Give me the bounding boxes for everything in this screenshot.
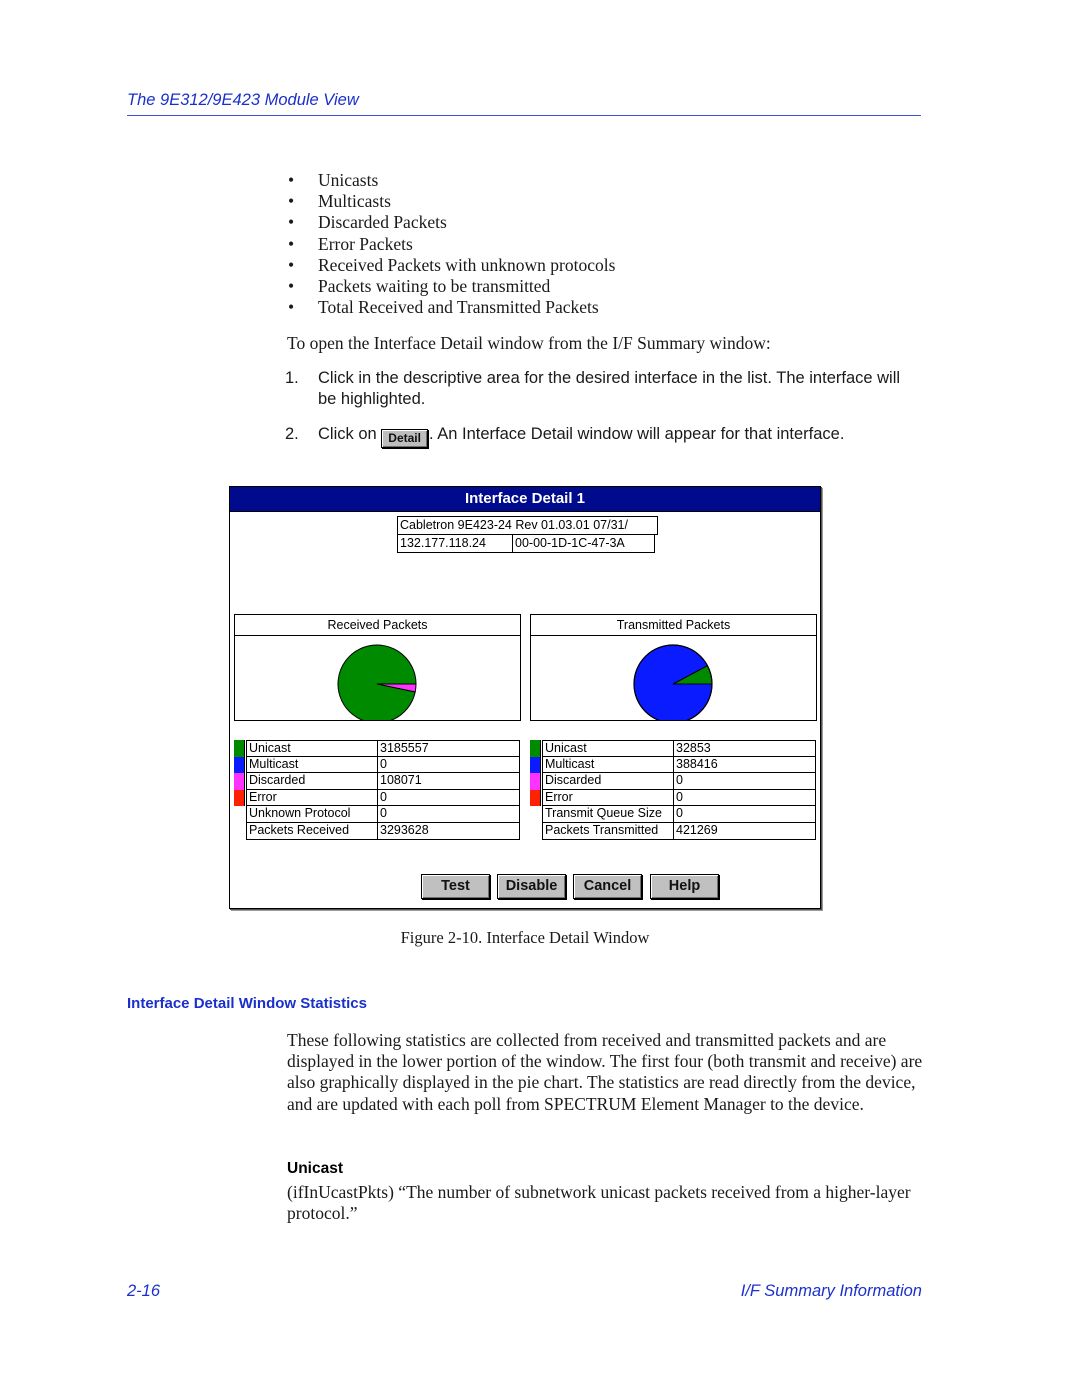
received-packets-title: Received Packets — [235, 615, 520, 636]
step-text: Click on Detail. An Interface Detail win… — [318, 424, 918, 448]
bullet-icon: • — [288, 191, 295, 212]
bullet-icon: • — [288, 276, 295, 297]
bullet-item: • Error Packets — [288, 233, 413, 254]
table-row: Packets Transmitted 421269 — [530, 822, 816, 840]
table-row: Error 0 — [530, 789, 816, 807]
help-button[interactable]: Help — [650, 874, 719, 899]
discarded-swatch — [234, 773, 245, 790]
error-swatch — [530, 789, 541, 807]
multicast-swatch — [530, 756, 541, 774]
transmitted-packets-pie-chart — [633, 644, 713, 720]
footer-page-number: 2-16 — [127, 1282, 161, 1300]
discarded-swatch — [530, 773, 541, 790]
multicast-swatch — [234, 756, 245, 774]
step-number: 1. — [285, 369, 299, 387]
bullet-item: • Packets waiting to be transmitted — [288, 276, 551, 297]
table-row: Transmit Queue Size 0 — [530, 806, 816, 823]
received-packets-pie-chart — [337, 644, 417, 720]
section-heading: Interface Detail Window Statistics — [127, 995, 367, 1012]
table-row: Multicast 0 — [234, 756, 520, 774]
step-number: 2. — [285, 425, 299, 443]
figure-caption: Figure 2-10. Interface Detail Window — [400, 928, 650, 947]
mac-address-field: 00-00-1D-1C-47-3A — [512, 534, 655, 553]
test-button[interactable]: Test — [421, 874, 490, 899]
bullet-icon: • — [288, 233, 295, 254]
step-1: 1. Click in the descriptive area for the… — [285, 368, 925, 412]
footer-section-title: I/F Summary Information — [740, 1282, 922, 1300]
unicast-swatch — [234, 740, 245, 757]
bullet-icon: • — [288, 254, 295, 275]
table-row: Error 0 — [234, 789, 520, 807]
subsection-paragraph: (ifInUcastPkts) “The number of subnetwor… — [287, 1182, 911, 1224]
table-row: Unicast 32853 — [530, 740, 816, 757]
transmitted-packets-title: Transmitted Packets — [531, 615, 816, 636]
device-description-field: Cabletron 9E423-24 Rev 01.03.01 07/31/ — [397, 516, 658, 535]
bullet-item: • Unicasts — [288, 170, 379, 190]
running-header-title: The 9E312/9E423 Module View — [127, 91, 359, 109]
bullet-icon: • — [288, 297, 295, 318]
disable-button[interactable]: Disable — [497, 874, 566, 899]
body-paragraph: These following statistics are collected… — [287, 1030, 923, 1114]
detail-button-illustration: Detail — [381, 429, 428, 448]
ip-address-field: 132.177.118.24 — [397, 534, 514, 553]
step-text: Click in the descriptive area for the de… — [318, 369, 901, 408]
transmitted-packets-panel: Transmitted Packets — [530, 614, 817, 721]
bullet-icon: • — [288, 212, 295, 233]
received-stats-table: Unicast 3185557 Multicast 0 Discarded 10807… — [234, 740, 520, 840]
table-row: Unicast 3185557 — [234, 740, 520, 757]
statistics-bullet-list: • Unicasts • Multicasts • Discarded Packets… — [288, 170, 615, 318]
title-bar-rule — [230, 511, 820, 512]
intro-paragraph: To open the Interface Detail window from… — [287, 333, 771, 353]
table-row: Packets Received 3293628 — [234, 822, 520, 840]
error-swatch — [234, 789, 245, 807]
table-row: Discarded 108071 — [234, 773, 520, 790]
step-2: 2. Click on Detail. An Interface Detail … — [285, 424, 925, 448]
interface-detail-window: Interface Detail 1 Cabletron 9E423-24 Re… — [229, 486, 821, 909]
unicast-swatch — [530, 740, 541, 757]
bullet-item: • Received Packets with unknown protocols — [288, 254, 616, 275]
subsection-heading: Unicast — [287, 1160, 343, 1177]
cancel-button[interactable]: Cancel — [573, 874, 642, 899]
transmitted-stats-table: Unicast 32853 Multicast 388416 Discarded 0 … — [530, 740, 816, 840]
bullet-icon: • — [288, 170, 295, 190]
bullet-item: • Total Received and Transmitted Packets — [288, 297, 599, 318]
window-title-bar[interactable]: Interface Detail 1 — [230, 487, 820, 511]
table-row: Discarded 0 — [530, 773, 816, 790]
bullet-item: • Discarded Packets — [288, 212, 447, 233]
table-row: Multicast 388416 — [530, 756, 816, 774]
header-rule — [127, 115, 921, 116]
table-row: Unknown Protocol 0 — [234, 806, 520, 823]
pie-slice-unicast — [337, 644, 417, 720]
received-packets-panel: Received Packets — [234, 614, 521, 721]
bullet-item: • Multicasts — [288, 191, 391, 212]
